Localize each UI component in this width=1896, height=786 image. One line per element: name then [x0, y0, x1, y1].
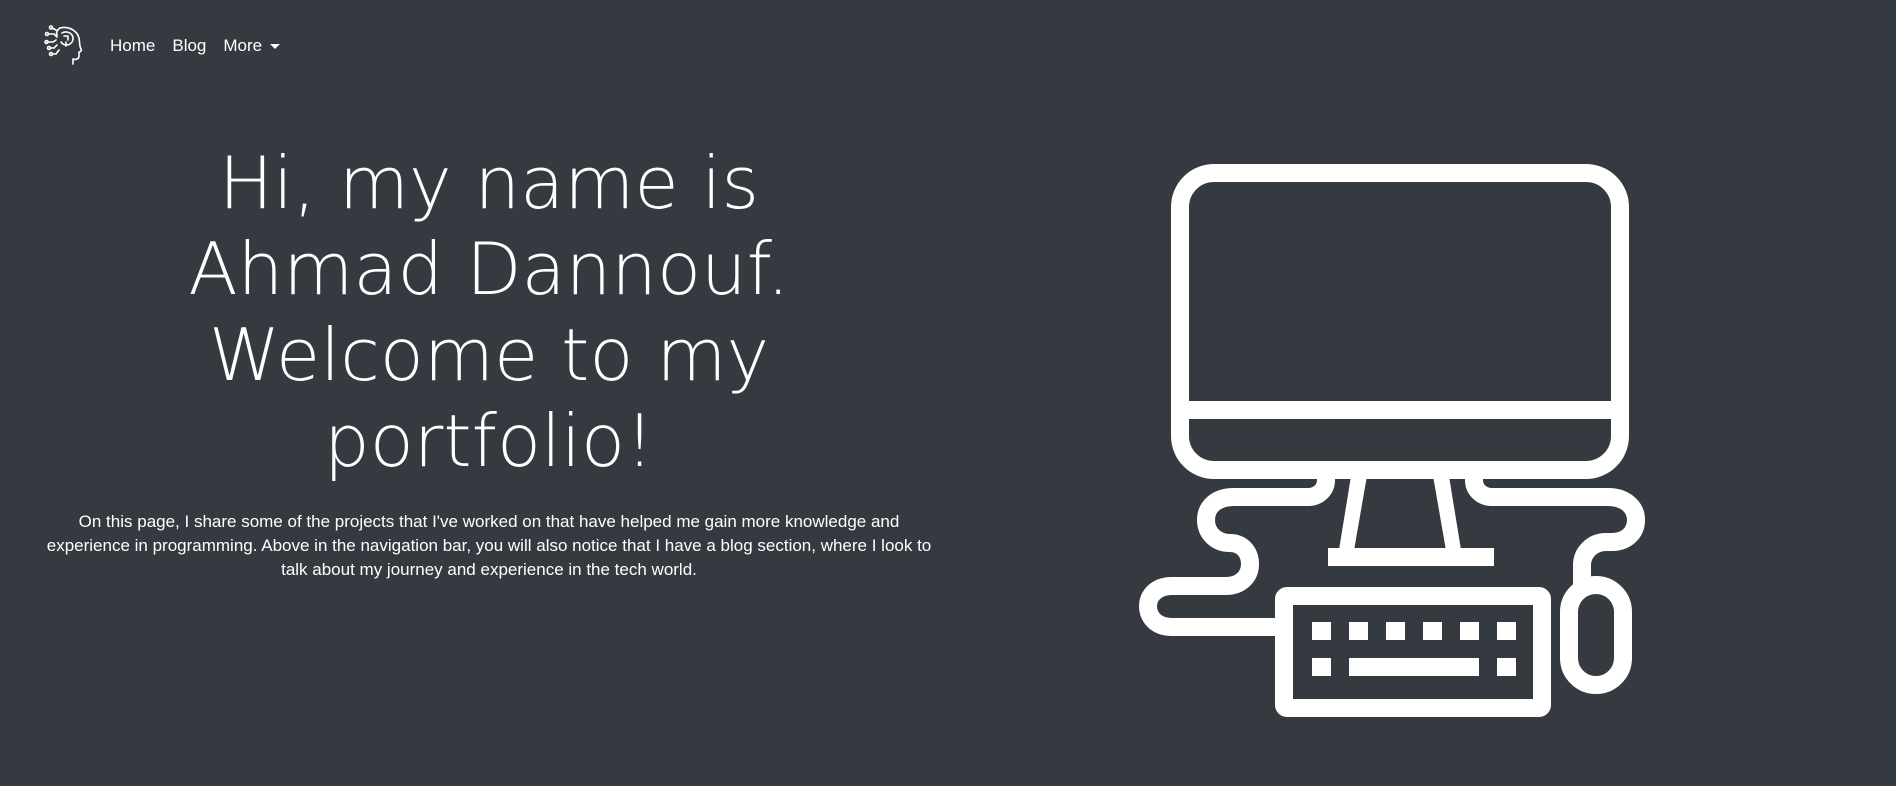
ai-head-circuit-icon: [44, 25, 83, 65]
nav-dropdown-more-label: More: [223, 36, 263, 55]
caret-down-icon: [270, 43, 281, 49]
hero-intro: Hi, my name is Ahmad Dannouf. Welcome to…: [40, 140, 938, 582]
navbar: Home Blog More: [0, 0, 1896, 92]
page: Home Blog More Hi, my name is Ahmad Dann…: [0, 0, 1896, 786]
hero-illustration: [1130, 160, 1686, 720]
brand-logo[interactable]: [44, 24, 84, 66]
nav-dropdown-more[interactable]: More: [223, 34, 281, 58]
nav-links: Home Blog More: [110, 34, 297, 58]
hero-title: Hi, my name is Ahmad Dannouf. Welcome to…: [188, 141, 790, 483]
computer-workstation-icon: [1139, 164, 1645, 717]
nav-link-blog[interactable]: Blog: [172, 34, 206, 58]
nav-link-home[interactable]: Home: [110, 34, 155, 58]
hero-description: On this page, I share some of the projec…: [46, 512, 932, 579]
